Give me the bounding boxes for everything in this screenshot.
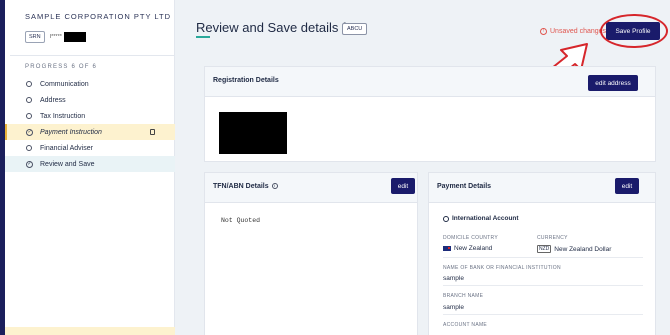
holding-badge: ABCU (342, 23, 368, 35)
document-icon (150, 129, 155, 135)
page-title: Review and Save details for (196, 20, 358, 35)
globe-icon (443, 215, 449, 222)
tfn-value: Not Quoted (221, 217, 261, 224)
check-circle-icon: ✓ (26, 160, 33, 168)
divider (443, 314, 643, 315)
step-payment-instruction[interactable]: ✓ Payment Instruction (5, 124, 175, 140)
panel-title: Registration Details (213, 77, 279, 84)
progress-label: PROGRESS 6 OF 6 (25, 64, 98, 70)
main-content: Review and Save details for ABCU ! Unsav… (176, 0, 670, 335)
unsaved-changes-text: Unsaved changes (550, 28, 607, 35)
check-circle-icon: ✓ (26, 128, 33, 136)
redacted-block (63, 32, 86, 42)
step-status-icon (26, 81, 32, 87)
step-label: Address (40, 96, 66, 104)
step-address[interactable]: Address (5, 92, 175, 108)
sidebar-footer-banner (5, 327, 175, 335)
srn-row: SRN I***** (25, 31, 86, 43)
srn-badge: SRN (25, 31, 45, 43)
account-type-label: International Account (452, 215, 519, 222)
step-label: Review and Save (40, 160, 95, 168)
branch-name-value: sample (443, 304, 464, 311)
edit-tfn-button[interactable]: edit (391, 178, 415, 194)
unsaved-changes-notice: ! Unsaved changes (540, 28, 606, 35)
sidebar: SAMPLE CORPORATION PTY LTD SRN I***** PR… (5, 0, 175, 335)
panel-header: Registration Details edit address (205, 67, 655, 97)
tfn-details-panel: TFN/ABN Details i edit Not Quoted (204, 172, 418, 335)
step-review-and-save[interactable]: ✓ Review and Save (5, 156, 175, 172)
step-status-icon (26, 113, 32, 119)
bank-name-value: sample (443, 275, 464, 282)
panel-header: Payment Details edit (429, 173, 655, 203)
payment-details-panel: Payment Details edit International Accou… (428, 172, 656, 335)
edit-address-button[interactable]: edit address (588, 75, 638, 91)
panel-title: Payment Details (437, 183, 492, 190)
account-type: International Account (443, 215, 519, 222)
title-underline (196, 36, 210, 38)
edit-payment-button[interactable]: edit (615, 178, 639, 194)
panel-title-text: TFN/ABN Details (213, 183, 269, 190)
divider (443, 285, 643, 286)
info-icon[interactable]: i (271, 183, 278, 189)
steps-list: Communication Address Tax Instruction ✓ … (5, 76, 175, 172)
currency-code-badge: NZD (537, 245, 552, 253)
highlight-circle (600, 14, 668, 48)
step-tax-instruction[interactable]: Tax Instruction (5, 108, 175, 124)
domicile-label: DOMICILE COUNTRY (443, 235, 498, 241)
step-label: Communication (40, 80, 89, 88)
step-label: Financial Adviser (40, 144, 93, 152)
nz-flag-icon (443, 246, 451, 251)
registration-details-panel: Registration Details edit address (204, 66, 656, 162)
currency-text: New Zealand Dollar (554, 245, 612, 253)
divider (10, 55, 175, 56)
domicile-value: New Zealand (443, 245, 492, 252)
step-status-icon (26, 145, 32, 151)
step-communication[interactable]: Communication (5, 76, 175, 92)
divider (443, 257, 643, 258)
currency-label: CURRENCY (537, 235, 568, 241)
step-status-icon (26, 97, 32, 103)
company-name: SAMPLE CORPORATION PTY LTD (25, 12, 172, 21)
branch-name-label: BRANCH NAME (443, 293, 484, 299)
redacted-block (219, 112, 287, 154)
panel-title: TFN/ABN Details i (213, 183, 278, 190)
warning-icon: ! (540, 28, 547, 35)
currency-value: NZD New Zealand Dollar (537, 245, 611, 253)
domicile-text: New Zealand (454, 245, 493, 252)
step-financial-adviser[interactable]: Financial Adviser (5, 140, 175, 156)
account-name-label: ACCOUNT NAME (443, 322, 488, 328)
step-label: Payment Instruction (40, 128, 102, 136)
srn-value: I***** (49, 34, 62, 40)
panel-header: TFN/ABN Details i edit (205, 173, 417, 203)
bank-name-label: NAME OF BANK OR FINANCIAL INSTITUTION (443, 265, 561, 271)
step-label: Tax Instruction (40, 112, 86, 120)
